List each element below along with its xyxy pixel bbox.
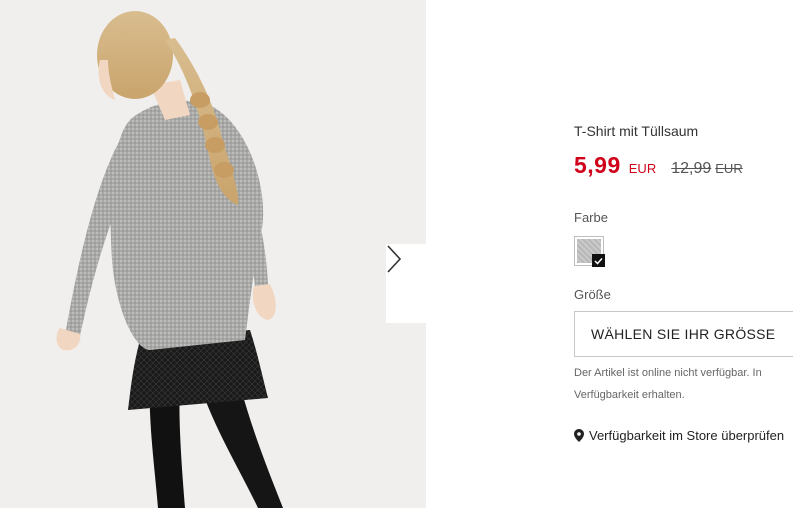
select-size-button[interactable]: WÄHLEN SIE IHR GRÖSSE bbox=[574, 311, 793, 357]
product-image-gallery bbox=[0, 0, 426, 508]
check-store-availability-link[interactable]: Verfügbarkeit im Store überprüfen bbox=[574, 428, 784, 443]
store-link-label: Verfügbarkeit im Store überprüfen bbox=[589, 428, 785, 443]
original-currency: EUR bbox=[715, 161, 743, 176]
chevron-right-icon bbox=[387, 245, 402, 273]
product-details: T-Shirt mit Tüllsaum 5,99 EUR 12,99 EUR … bbox=[574, 0, 793, 508]
price-row: 5,99 EUR 12,99 EUR bbox=[574, 152, 743, 179]
sale-price: 5,99 bbox=[574, 152, 621, 178]
location-pin-icon bbox=[574, 429, 584, 442]
color-swatch-grey[interactable] bbox=[574, 236, 605, 267]
product-photo bbox=[56, 11, 283, 508]
gallery-next-button[interactable] bbox=[386, 244, 426, 323]
availability-note-line2: Verfügbarkeit erhalten. bbox=[574, 389, 685, 401]
product-page: T-Shirt mit Tüllsaum 5,99 EUR 12,99 EUR … bbox=[0, 0, 793, 508]
availability-note-line1: Der Artikel ist online nicht verfügbar. … bbox=[574, 367, 762, 379]
original-price: 12,99 bbox=[671, 160, 712, 177]
color-label: Farbe bbox=[574, 210, 608, 225]
product-title: T-Shirt mit Tüllsaum bbox=[574, 123, 699, 139]
size-label: Größe bbox=[574, 287, 611, 302]
checkmark-icon bbox=[592, 254, 605, 267]
sale-currency: EUR bbox=[628, 161, 657, 176]
